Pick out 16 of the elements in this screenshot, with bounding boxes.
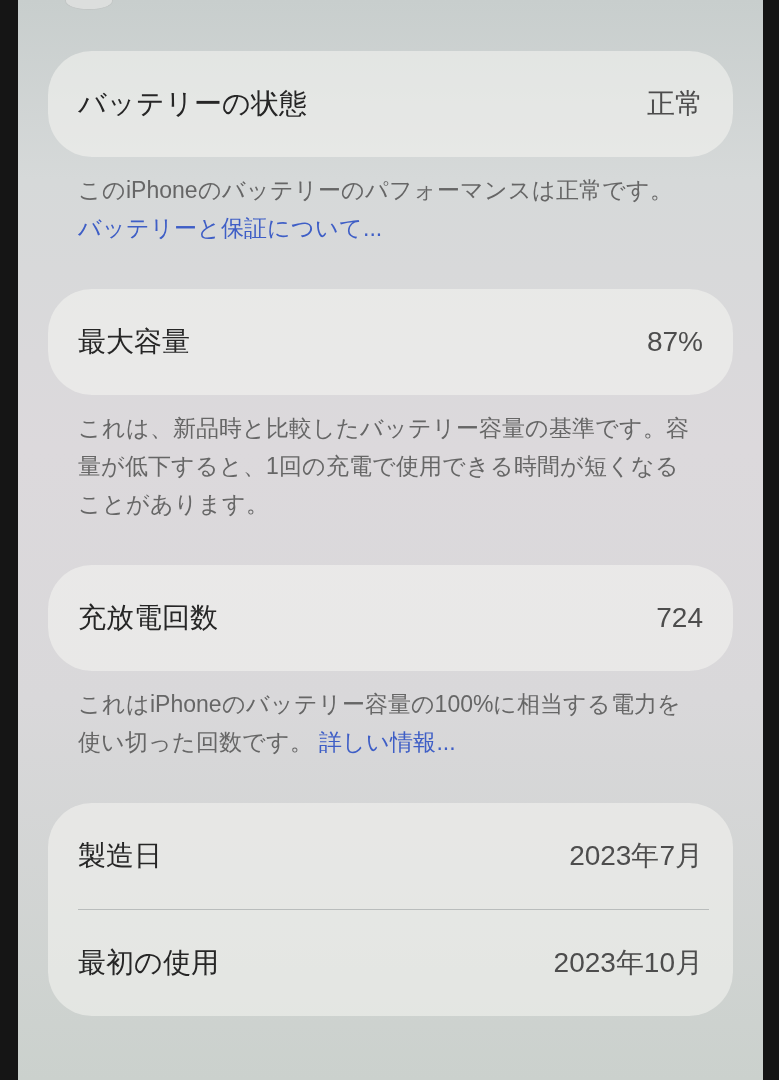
row-label: 最大容量 <box>78 325 190 359</box>
row-value: 87% <box>646 326 703 358</box>
row-value: 724 <box>656 602 703 634</box>
row-label: バッテリーの状態 <box>78 87 307 121</box>
section-description: これはiPhoneのバッテリー容量の100%に相当する電力を 使い切った回数です。 詳しい情報... <box>77 690 683 757</box>
section-description: このiPhoneのバッテリーのパフォーマンスは正常です。 バッテリーと保証について... <box>77 176 674 243</box>
section-description: これは、新品時と比較したバッテリー容量の基準です。容 量が低下すると、1回の充電で使用できる時間が短くなる ことがあります。 <box>77 414 690 519</box>
row-label: 最初の使用 <box>78 946 219 980</box>
row-label: 製造日 <box>78 839 162 873</box>
row-label: 充放電回数 <box>78 601 218 635</box>
row-value: 2023年10月 <box>553 946 703 980</box>
round-button[interactable] <box>65 0 113 10</box>
row-value: 2023年7月 <box>569 839 703 873</box>
info-link[interactable]: 詳しい情報... <box>319 729 456 755</box>
info-link[interactable]: バッテリーと保証について... <box>78 215 383 241</box>
row-value: 正常 <box>647 87 703 121</box>
